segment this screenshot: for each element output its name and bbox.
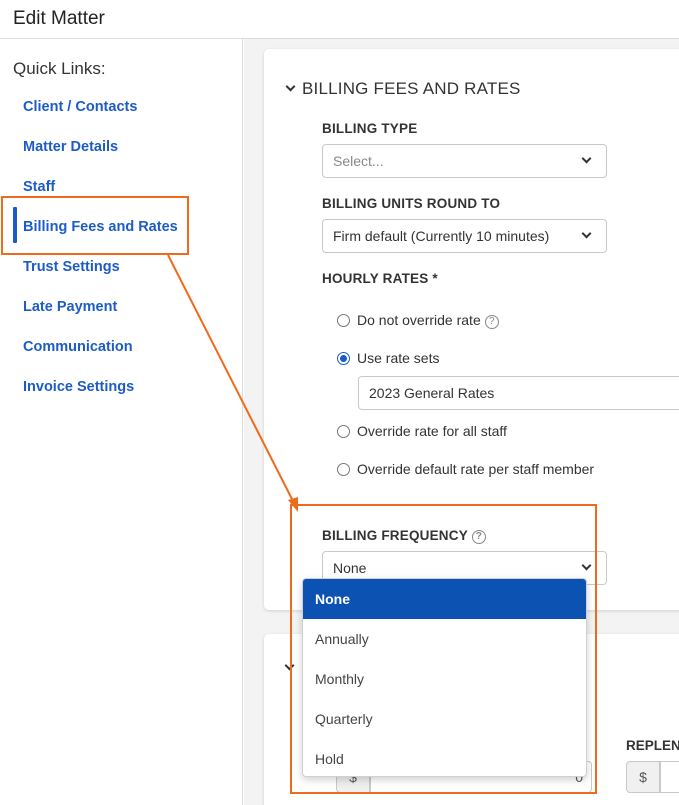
sidebar-item-invoice-settings[interactable]: Invoice Settings [23,379,134,395]
sidebar-item-communication[interactable]: Communication [23,339,133,355]
chevron-down-icon [581,228,592,239]
billing-type-select[interactable]: Select... [322,144,607,178]
sidebar-item-matter-details[interactable]: Matter Details [23,139,118,155]
sidebar-item-staff[interactable]: Staff [23,179,55,195]
radio-button[interactable] [337,425,350,438]
chevron-down-icon [581,153,592,164]
radio-button[interactable] [337,463,350,476]
replenish-amount-input[interactable] [660,761,679,793]
annotation-highlight-frequency [290,504,597,794]
rate-set-value: 2023 General Rates [369,385,495,401]
page-title: Edit Matter [13,8,105,29]
radio-label: Do not override rate [357,312,481,328]
billing-units-label: BILLING UNITS ROUND TO [322,196,501,211]
billing-type-placeholder: Select... [333,153,384,169]
billing-type-label: BILLING TYPE [322,121,418,136]
billing-units-value: Firm default (Currently 10 minutes) [333,228,550,244]
quick-links-title: Quick Links: [13,59,106,78]
sidebar-item-late-payment[interactable]: Late Payment [23,299,117,315]
sidebar-item-client-contacts[interactable]: Client / Contacts [23,99,137,115]
annotation-highlight-sidebar [1,196,189,255]
chevron-down-icon[interactable] [285,81,296,92]
sidebar-item-trust-settings[interactable]: Trust Settings [23,259,120,275]
billing-units-select[interactable]: Firm default (Currently 10 minutes) [322,219,607,253]
rate-set-select[interactable]: 2023 General Rates [358,376,679,410]
radio-label: Use rate sets [357,350,440,366]
radio-button-selected[interactable] [337,352,350,365]
help-circle-icon[interactable]: ? [484,315,499,329]
currency-prefix: $ [626,761,660,793]
radio-label: Override default rate per staff member [357,461,595,477]
radio-button[interactable] [337,314,350,327]
quick-links-sidebar: Quick Links: Client / Contacts Matter De… [0,39,243,805]
radio-label: Override rate for all staff [357,423,507,439]
hourly-rates-label: HOURLY RATES * [322,271,438,286]
replenish-label: REPLEN [626,738,679,753]
section-title[interactable]: BILLING FEES AND RATES [302,79,521,99]
